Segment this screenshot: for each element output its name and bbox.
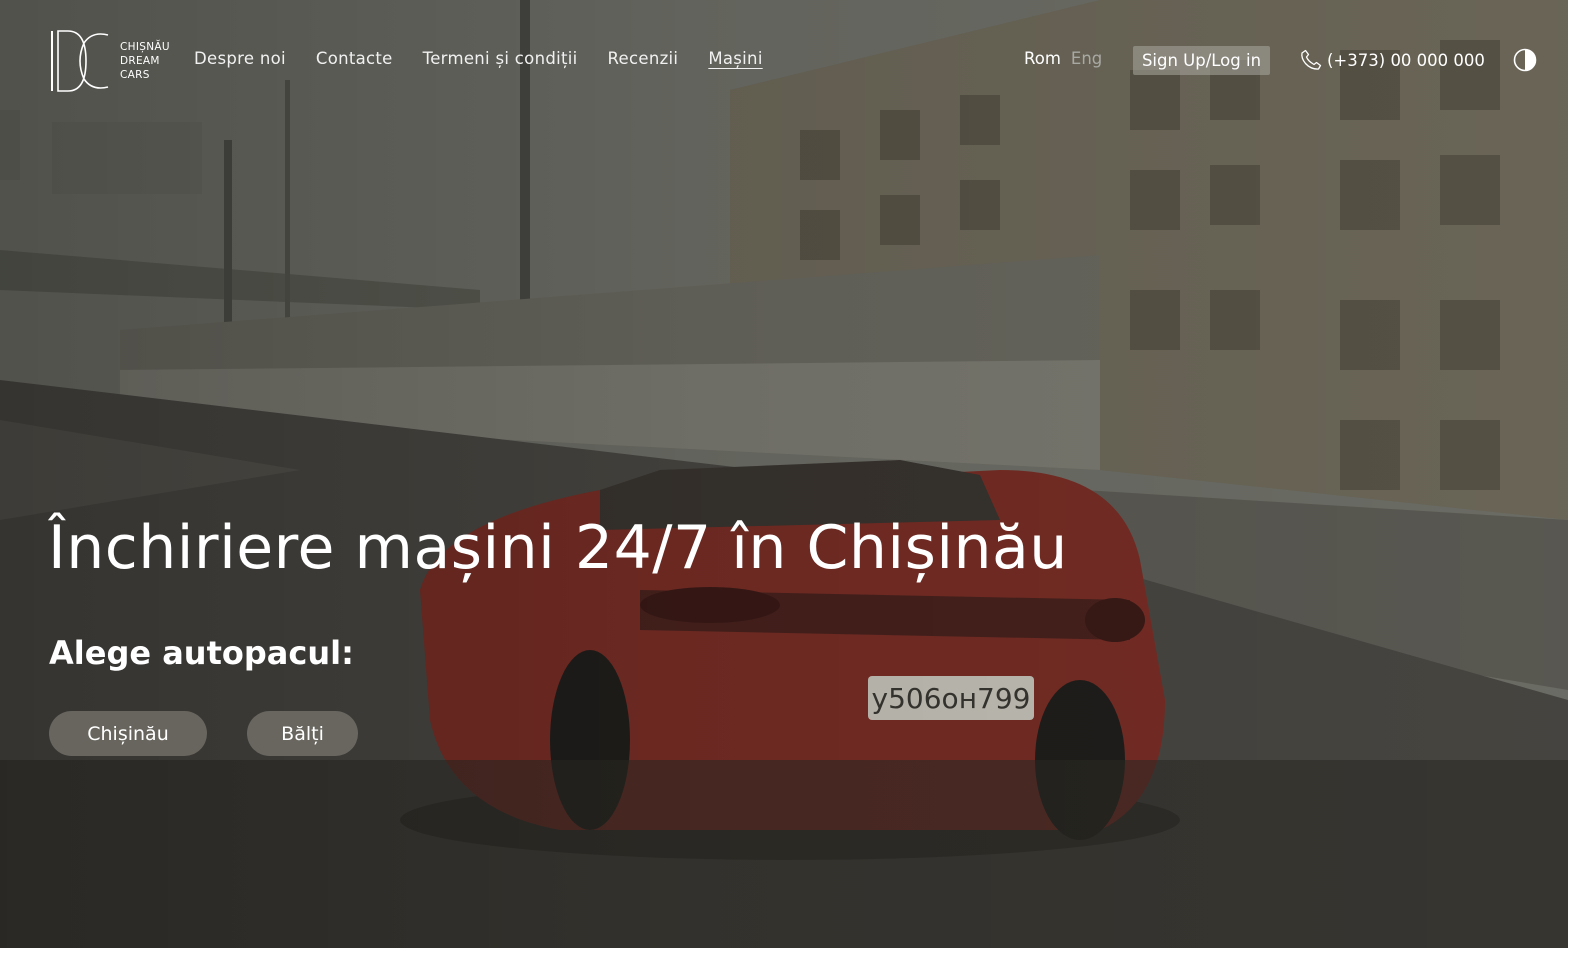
nav-item-recenzii[interactable]: Recenzii bbox=[608, 49, 679, 68]
location-button-chisinau[interactable]: Chișinău bbox=[49, 711, 207, 756]
phone-link[interactable]: (+373) 00 000 000 bbox=[1299, 48, 1485, 72]
nav-item-contacte[interactable]: Contacte bbox=[316, 49, 393, 68]
nav-item-masini[interactable]: Mașini bbox=[708, 49, 762, 68]
hero-section: у506он799 bbox=[0, 0, 1568, 948]
logo-text: CHIȘNĂU DREAM CARS bbox=[120, 40, 170, 82]
logo-line-3: CARS bbox=[120, 69, 150, 81]
logo-line-1: CHIȘNĂU bbox=[120, 41, 170, 53]
contrast-toggle-icon[interactable] bbox=[1513, 48, 1537, 72]
language-switcher: Rom Eng bbox=[1024, 49, 1102, 68]
signup-login-button[interactable]: Sign Up/Log in bbox=[1133, 46, 1270, 75]
location-button-balti[interactable]: Bălți bbox=[247, 711, 358, 756]
hero-subheading: Alege autopacul: bbox=[49, 634, 354, 672]
phone-number: (+373) 00 000 000 bbox=[1327, 50, 1485, 70]
hero-overlay bbox=[0, 0, 1568, 948]
phone-icon bbox=[1301, 49, 1322, 70]
brand-logo[interactable]: CHIȘNĂU DREAM CARS bbox=[50, 29, 170, 93]
logo-mark-icon bbox=[51, 30, 109, 92]
nav-item-termeni[interactable]: Termeni și condiții bbox=[423, 49, 578, 68]
hero-headline: Închiriere mașini 24/7 în Chișinău bbox=[48, 513, 1068, 583]
lang-rom[interactable]: Rom bbox=[1024, 49, 1061, 68]
lang-eng[interactable]: Eng bbox=[1071, 49, 1102, 68]
logo-line-2: DREAM bbox=[120, 55, 160, 67]
main-nav: Despre noi Contacte Termeni și condiții … bbox=[194, 49, 763, 68]
nav-item-despre-noi[interactable]: Despre noi bbox=[194, 49, 286, 68]
